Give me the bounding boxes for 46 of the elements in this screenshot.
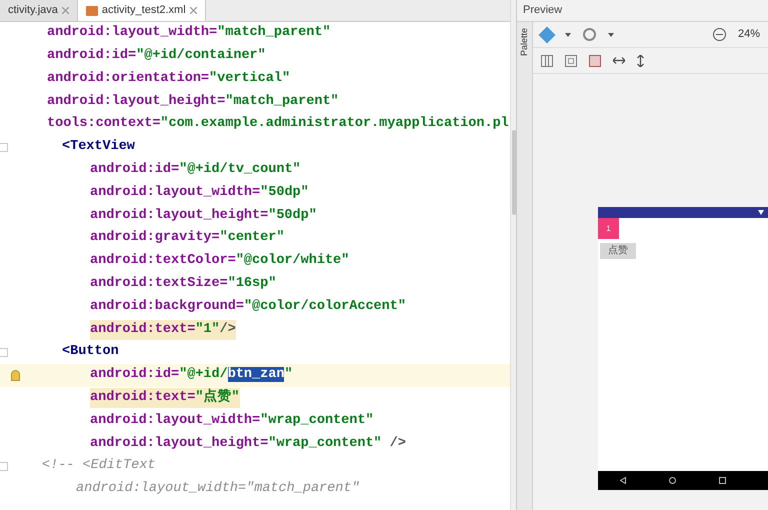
fold-marker-icon[interactable]	[0, 462, 8, 472]
code-line: android:textColor="@color/white"	[90, 252, 350, 270]
code-line: android:id="@+id/container"	[47, 47, 266, 66]
editor-scrollbar[interactable]	[510, 0, 516, 510]
dropdown-icon[interactable]	[608, 32, 614, 36]
close-icon[interactable]	[190, 7, 197, 14]
code-line: android:layout_width="50dp"	[90, 184, 309, 202]
close-icon[interactable]	[62, 7, 69, 14]
vertical-arrows-icon[interactable]	[637, 54, 644, 66]
fold-marker-icon[interactable]	[0, 348, 8, 358]
code-line: tools:context="com.example.administrator.myapplication.pl	[47, 115, 509, 134]
code-line: android:id="@+id/tv_count"	[90, 161, 301, 180]
code-line: android:gravity="center"	[90, 229, 284, 248]
zoom-out-icon[interactable]	[712, 28, 726, 41]
recents-icon[interactable]	[719, 477, 726, 484]
code-line: android:layout_height="match_parent"	[47, 92, 339, 111]
code-comment: android:layout_width="match_parent"	[76, 480, 360, 498]
lightbulb-icon[interactable]	[10, 370, 20, 381]
home-icon[interactable]	[668, 477, 676, 484]
frame-icon[interactable]	[565, 54, 577, 66]
columns-icon[interactable]	[541, 54, 553, 66]
file-tab[interactable]: ctivity.java	[0, 0, 78, 21]
code-line: android:layout_height="50dp"	[90, 206, 317, 225]
back-icon[interactable]	[620, 477, 626, 484]
zoom-level: 24%	[738, 27, 760, 42]
code-line: android:background="@color/colorAccent"	[90, 298, 406, 316]
code-line: android:orientation="vertical"	[47, 70, 290, 88]
xml-file-icon	[86, 6, 98, 16]
dropdown-icon[interactable]	[565, 32, 571, 36]
code-comment: <!-- <EditText	[42, 457, 156, 476]
fold-marker-icon[interactable]	[0, 142, 8, 152]
horizontal-arrows-icon[interactable]	[613, 57, 625, 64]
code-line: android:textSize="16sp"	[90, 275, 276, 294]
palette-tab[interactable]: Palette	[517, 22, 533, 510]
file-tab[interactable]: activity_test2.xml	[78, 0, 206, 21]
code-line: android:id="@+id/btn_zan"	[90, 366, 293, 384]
theme-icon[interactable]	[583, 28, 596, 41]
code-line: android:layout_width="match_parent"	[47, 24, 331, 42]
like-button[interactable]: 点赞	[600, 243, 636, 259]
code-line: <TextView	[62, 138, 135, 156]
counter-view: 1	[598, 218, 619, 239]
panel-title: Preview	[517, 0, 768, 22]
code-line: android:layout_width="wrap_content"	[90, 412, 374, 430]
wifi-icon	[758, 210, 764, 215]
code-line: android:layout_height="wrap_content" />	[90, 434, 406, 453]
code-line: <Button	[62, 343, 119, 362]
